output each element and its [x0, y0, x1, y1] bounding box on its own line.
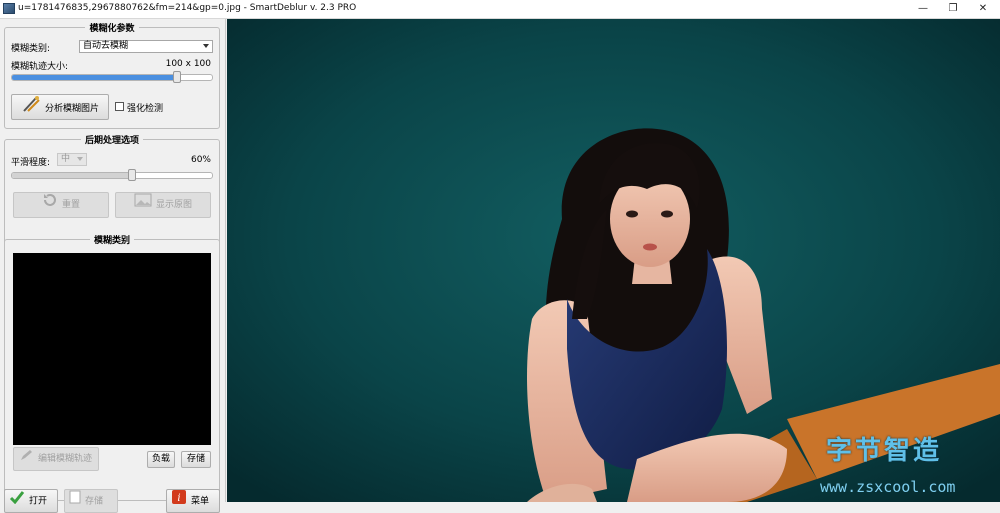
smooth-level-label: 平滑程度: — [11, 158, 51, 168]
minimize-button[interactable]: — — [908, 0, 938, 18]
blur-type-title: 模糊类别 — [89, 236, 134, 246]
show-original-button[interactable]: 显示原图 — [115, 192, 211, 218]
watermark-url: www.zsxcool.com — [820, 478, 956, 496]
blur-kernel-preview — [13, 253, 211, 445]
blur-size-thumb[interactable] — [172, 71, 181, 83]
edit-icon — [20, 448, 34, 470]
smooth-slider[interactable] — [11, 172, 213, 179]
refresh-icon — [42, 193, 58, 217]
analyze-blur-label: 分析模糊图片 — [44, 104, 99, 114]
enhance-detect-checkbox[interactable] — [115, 102, 124, 111]
post-process-group: 后期处理选项 平滑程度: 中 60% 重置 显示原图 — [4, 136, 220, 245]
smooth-percent: 60% — [190, 155, 211, 165]
image-icon — [134, 193, 152, 217]
analyze-wand-icon — [21, 95, 41, 123]
smooth-level-value: 中 — [61, 154, 71, 164]
smooth-thumb[interactable] — [128, 169, 137, 181]
svg-text:i: i — [177, 493, 180, 504]
edit-blur-track-label: 编辑模糊轨迹 — [37, 454, 92, 464]
chevron-down-icon — [77, 157, 83, 161]
show-original-label: 显示原图 — [155, 200, 192, 210]
left-panel: 模糊化参数 模糊类别: 自动去模糊 模糊轨迹大小: 100 x 100 分析模糊… — [0, 19, 226, 513]
open-button[interactable]: 打开 — [4, 489, 58, 513]
menu-button[interactable]: i 菜单 — [166, 489, 220, 513]
analyze-blur-button[interactable]: 分析模糊图片 — [11, 94, 109, 120]
app-icon — [3, 3, 15, 14]
window-title: u=1781476835,2967880762&fm=214&gp=0.jpg … — [18, 3, 357, 13]
save-image-button[interactable]: 存储 — [64, 489, 118, 513]
blur-type-value: 自动去模糊 — [83, 41, 129, 51]
load-button[interactable]: 负载 — [147, 451, 175, 468]
reset-label: 重置 — [61, 200, 80, 210]
blur-size-fill — [12, 75, 176, 80]
blur-type-label: 模糊类别: — [11, 44, 51, 54]
blur-params-group: 模糊化参数 模糊类别: 自动去模糊 模糊轨迹大小: 100 x 100 分析模糊… — [4, 24, 220, 129]
blur-params-title: 模糊化参数 — [85, 24, 139, 34]
watermark-text: 字节智造 — [826, 436, 943, 466]
maximize-button[interactable]: ❐ — [938, 0, 968, 18]
store-button[interactable]: 存储 — [181, 451, 211, 468]
blur-size-label: 模糊轨迹大小: — [11, 62, 69, 72]
edit-blur-track-button[interactable]: 编辑模糊轨迹 — [13, 447, 99, 471]
close-button[interactable]: ✕ — [968, 0, 998, 18]
smooth-level-select[interactable]: 中 — [57, 153, 87, 166]
enhance-detect-label: 强化检测 — [127, 104, 164, 114]
reset-button[interactable]: 重置 — [13, 192, 109, 218]
blur-type-group: 模糊类别 编辑模糊轨迹 负载 存储 — [4, 236, 220, 501]
post-process-title: 后期处理选项 — [80, 136, 143, 146]
blur-type-select[interactable]: 自动去模糊 — [79, 40, 213, 53]
blur-size-value: 100 x 100 — [165, 59, 211, 69]
blur-size-slider[interactable] — [11, 74, 213, 81]
chevron-down-icon — [203, 44, 209, 48]
smooth-fill — [12, 173, 132, 178]
title-bar: u=1781476835,2967880762&fm=214&gp=0.jpg … — [0, 0, 1000, 19]
